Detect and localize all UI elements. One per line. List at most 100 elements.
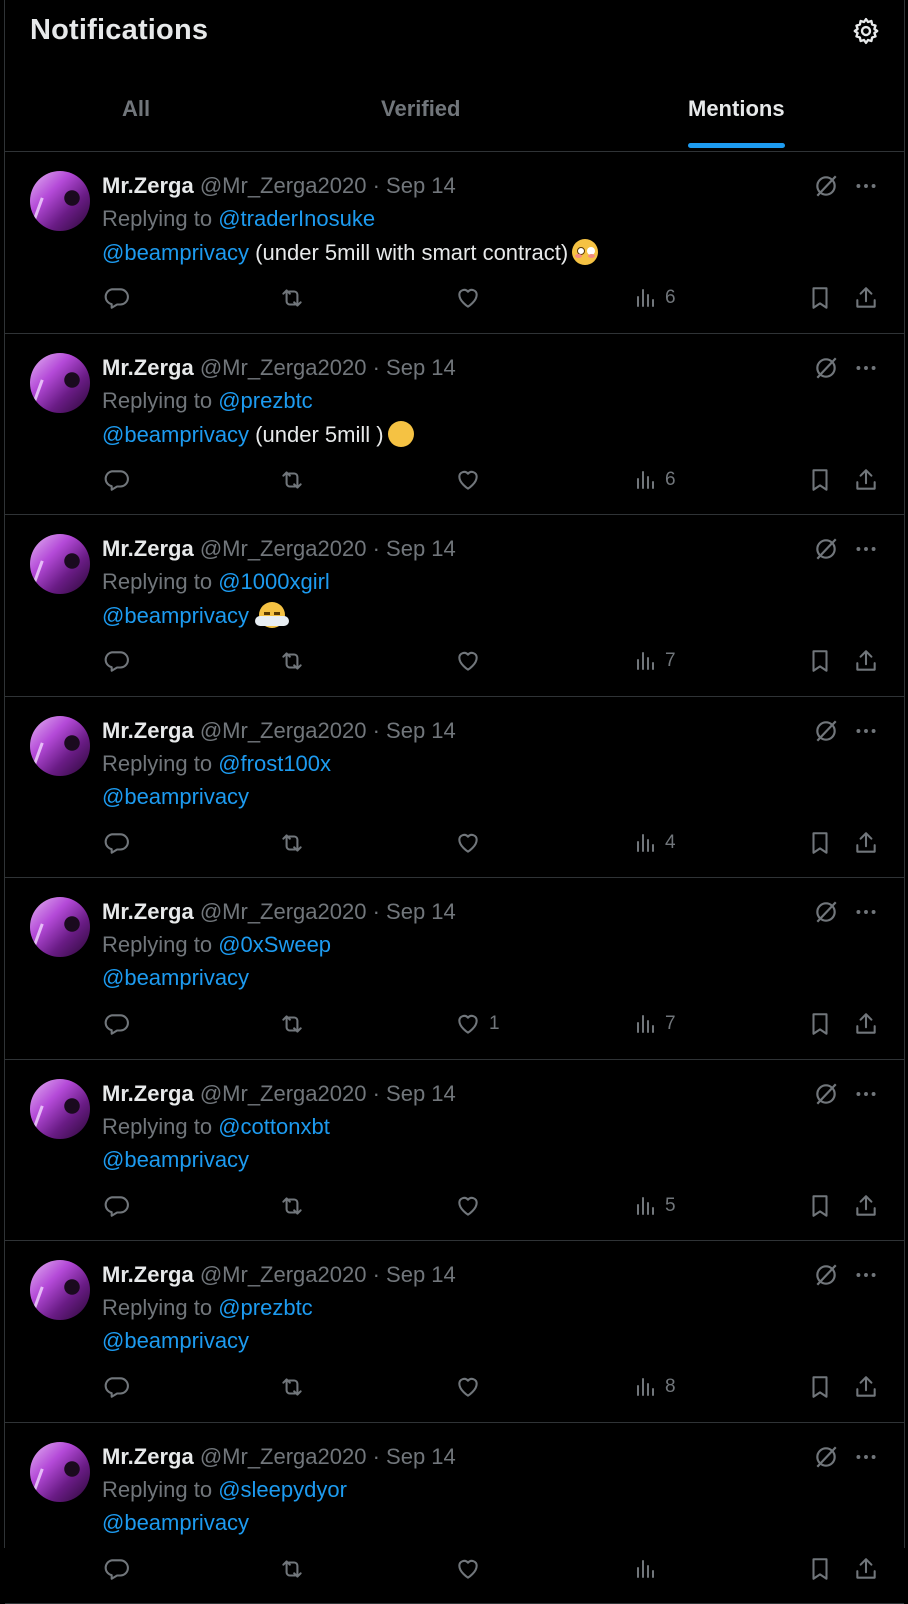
tweet-date[interactable]: Sep 14 xyxy=(386,536,456,561)
bookmark-button[interactable] xyxy=(807,1011,833,1037)
more-icon[interactable] xyxy=(853,173,879,199)
share-button[interactable] xyxy=(853,1556,879,1582)
tweet-date[interactable]: Sep 14 xyxy=(386,1262,456,1287)
tweet[interactable]: Mr.Zerga @Mr_Zerga2020 · Sep 14 Replying… xyxy=(5,334,904,516)
grok-icon[interactable] xyxy=(813,1262,839,1288)
avatar[interactable] xyxy=(30,1079,90,1139)
share-button[interactable] xyxy=(853,1374,879,1400)
tweet-date[interactable]: Sep 14 xyxy=(386,173,456,198)
author-handle[interactable]: @Mr_Zerga2020 xyxy=(200,718,367,743)
views-button[interactable]: 6 xyxy=(633,467,676,493)
avatar[interactable] xyxy=(30,1260,90,1320)
more-icon[interactable] xyxy=(853,899,879,925)
tab-all[interactable]: All xyxy=(122,78,150,146)
reply-button[interactable] xyxy=(103,1374,129,1400)
tweet[interactable]: Mr.Zerga @Mr_Zerga2020 · Sep 14 Replying… xyxy=(5,697,904,879)
author-name[interactable]: Mr.Zerga xyxy=(102,1444,194,1469)
author-handle[interactable]: @Mr_Zerga2020 xyxy=(200,1444,367,1469)
replying-to-handle[interactable]: @0xSweep xyxy=(218,932,331,957)
tweet-date[interactable]: Sep 14 xyxy=(386,1081,456,1106)
mention-link[interactable]: @beamprivacy xyxy=(102,1147,249,1172)
views-button[interactable]: 7 xyxy=(633,648,676,674)
retweet-button[interactable] xyxy=(278,1011,306,1037)
author-handle[interactable]: @Mr_Zerga2020 xyxy=(200,1262,367,1287)
more-icon[interactable] xyxy=(853,536,879,562)
reply-button[interactable] xyxy=(103,467,129,493)
tweet[interactable]: Mr.Zerga @Mr_Zerga2020 · Sep 14 Replying… xyxy=(5,152,904,334)
mention-link[interactable]: @beamprivacy xyxy=(102,422,249,447)
grok-icon[interactable] xyxy=(813,1081,839,1107)
tab-mentions[interactable]: Mentions xyxy=(688,78,785,146)
replying-to-handle[interactable]: @cottonxbt xyxy=(218,1114,330,1139)
grok-icon[interactable] xyxy=(813,718,839,744)
retweet-button[interactable] xyxy=(278,285,306,311)
mention-link[interactable]: @beamprivacy xyxy=(102,1328,249,1353)
author-handle[interactable]: @Mr_Zerga2020 xyxy=(200,1081,367,1106)
author-name[interactable]: Mr.Zerga xyxy=(102,718,194,743)
avatar[interactable] xyxy=(30,897,90,957)
avatar[interactable] xyxy=(30,1442,90,1502)
like-button[interactable] xyxy=(455,467,489,493)
bookmark-button[interactable] xyxy=(807,285,833,311)
bookmark-button[interactable] xyxy=(807,1374,833,1400)
bookmark-button[interactable] xyxy=(807,648,833,674)
tweet[interactable]: Mr.Zerga @Mr_Zerga2020 · Sep 14 Replying… xyxy=(5,1060,904,1242)
replying-to-handle[interactable]: @traderInosuke xyxy=(218,206,375,231)
mention-link[interactable]: @beamprivacy xyxy=(102,603,249,628)
reply-button[interactable] xyxy=(103,1556,129,1582)
more-icon[interactable] xyxy=(853,1081,879,1107)
reply-button[interactable] xyxy=(103,830,129,856)
tweet-date[interactable]: Sep 14 xyxy=(386,355,456,380)
author-name[interactable]: Mr.Zerga xyxy=(102,1081,194,1106)
views-button[interactable]: 4 xyxy=(633,830,676,856)
replying-to-handle[interactable]: @1000xgirl xyxy=(218,569,330,594)
views-button[interactable]: 6 xyxy=(633,285,676,311)
like-button[interactable] xyxy=(455,1556,489,1582)
tweet-date[interactable]: Sep 14 xyxy=(386,1444,456,1469)
like-button[interactable] xyxy=(455,648,489,674)
views-button[interactable]: 7 xyxy=(633,1011,676,1037)
retweet-button[interactable] xyxy=(278,1374,306,1400)
share-button[interactable] xyxy=(853,830,879,856)
like-button[interactable] xyxy=(455,1193,489,1219)
author-name[interactable]: Mr.Zerga xyxy=(102,355,194,380)
author-handle[interactable]: @Mr_Zerga2020 xyxy=(200,355,367,380)
author-handle[interactable]: @Mr_Zerga2020 xyxy=(200,173,367,198)
share-button[interactable] xyxy=(853,1193,879,1219)
replying-to-handle[interactable]: @prezbtc xyxy=(218,1295,312,1320)
replying-to-handle[interactable]: @prezbtc xyxy=(218,388,312,413)
grok-icon[interactable] xyxy=(813,173,839,199)
author-name[interactable]: Mr.Zerga xyxy=(102,899,194,924)
tweet[interactable]: Mr.Zerga @Mr_Zerga2020 · Sep 14 Replying… xyxy=(5,878,904,1060)
share-button[interactable] xyxy=(853,648,879,674)
grok-icon[interactable] xyxy=(813,899,839,925)
avatar[interactable] xyxy=(30,716,90,776)
bookmark-button[interactable] xyxy=(807,467,833,493)
author-name[interactable]: Mr.Zerga xyxy=(102,536,194,561)
reply-button[interactable] xyxy=(103,1011,129,1037)
author-name[interactable]: Mr.Zerga xyxy=(102,173,194,198)
mention-link[interactable]: @beamprivacy xyxy=(102,1510,249,1535)
more-icon[interactable] xyxy=(853,1444,879,1470)
more-icon[interactable] xyxy=(853,355,879,381)
mention-link[interactable]: @beamprivacy xyxy=(102,784,249,809)
avatar[interactable] xyxy=(30,171,90,231)
author-handle[interactable]: @Mr_Zerga2020 xyxy=(200,899,367,924)
reply-button[interactable] xyxy=(103,648,129,674)
grok-icon[interactable] xyxy=(813,1444,839,1470)
tweet-date[interactable]: Sep 14 xyxy=(386,718,456,743)
avatar[interactable] xyxy=(30,534,90,594)
more-icon[interactable] xyxy=(853,718,879,744)
tweet[interactable]: Mr.Zerga @Mr_Zerga2020 · Sep 14 Replying… xyxy=(5,1241,904,1423)
retweet-button[interactable] xyxy=(278,830,306,856)
retweet-button[interactable] xyxy=(278,467,306,493)
author-name[interactable]: Mr.Zerga xyxy=(102,1262,194,1287)
share-button[interactable] xyxy=(853,1011,879,1037)
views-button[interactable]: 8 xyxy=(633,1374,676,1400)
tab-verified[interactable]: Verified xyxy=(381,78,460,146)
bookmark-button[interactable] xyxy=(807,830,833,856)
avatar[interactable] xyxy=(30,353,90,413)
grok-icon[interactable] xyxy=(813,355,839,381)
like-button[interactable] xyxy=(455,830,489,856)
mention-link[interactable]: @beamprivacy xyxy=(102,965,249,990)
